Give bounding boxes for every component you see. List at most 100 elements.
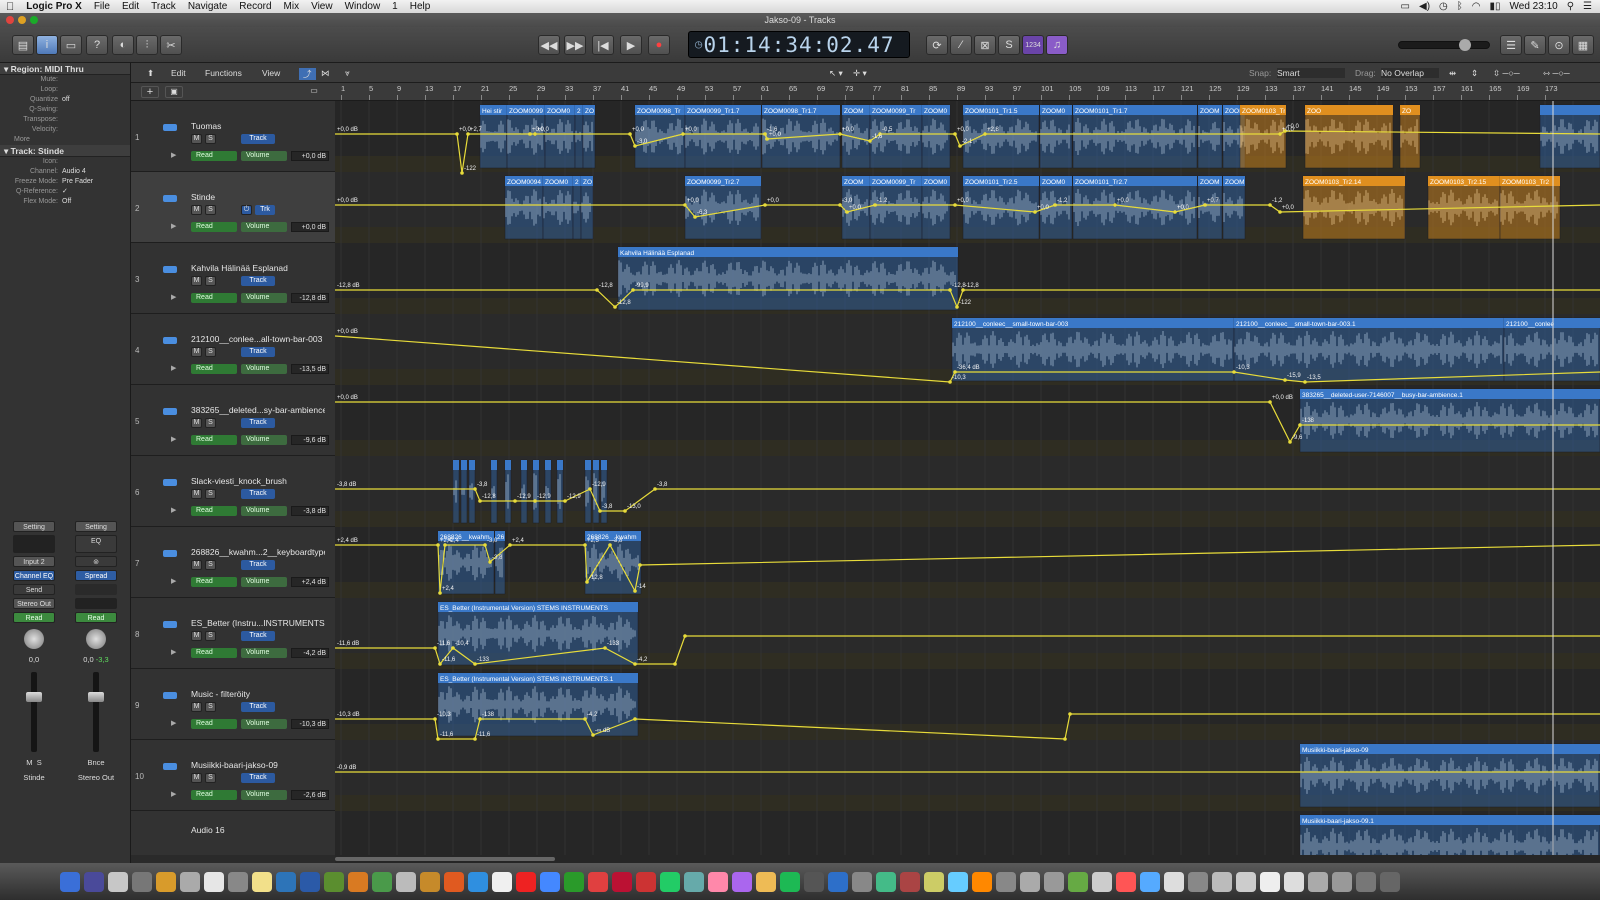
notification-list-icon[interactable]: ☰ [1583,1,1592,12]
automation-value[interactable]: -9,6 dB [291,435,329,445]
track-header[interactable]: 10 Musiikki-baari-jakso-09 M S Track ▶ Read Vol… [131,740,335,811]
automation-node[interactable] [1063,737,1067,741]
strip1-channel-eq-slot[interactable]: Channel EQ [13,570,55,581]
region-label[interactable]: ZOOM0 [924,108,947,115]
automation-param-select[interactable]: Volume [241,222,287,232]
region-inspector-header[interactable]: ▾ Region: MIDI Thru [0,63,130,75]
track-param-row[interactable]: Freeze Mode: Pre Fader [0,177,130,187]
strip2-spread-slot[interactable]: Spread [75,570,117,581]
menu-view[interactable]: View [311,1,333,12]
automation-value[interactable]: -12,8 dB [291,293,329,303]
region-label[interactable]: ZOOM0103_Tr2.15 [1430,179,1487,186]
region-header[interactable] [545,460,551,470]
region-label[interactable]: ZOOM [844,108,864,115]
region-label[interactable]: ZOOM [1200,179,1220,186]
region-label[interactable]: ZO [585,108,594,115]
region-label[interactable]: ZOO [1307,108,1321,115]
region-label[interactable]: 212100__conlee [1506,321,1554,328]
go-to-beginning-icon[interactable]: |◀ [592,35,614,55]
power-button[interactable]: ⏻ [241,205,252,215]
dock-app-icon[interactable] [84,871,104,892]
dock-app-icon[interactable] [1236,871,1256,892]
track-name[interactable]: Musiikki-baari-jakso-09 [191,760,325,770]
dock-app-icon[interactable] [972,871,992,892]
region-label[interactable]: ZOOM0103_Tr2 [1502,179,1549,186]
track-mode-button[interactable]: Track [241,560,275,570]
track-param-value[interactable] [62,157,130,167]
toolbar-toggle-icon[interactable]: ▭ [60,35,82,55]
dock-app-icon[interactable] [588,871,608,892]
apple-icon[interactable]:  [6,1,14,13]
region-param-row[interactable]: Velocity: [0,125,130,135]
strip1-volume-fader[interactable] [26,672,42,752]
strip1-solo-button[interactable]: S [37,758,42,767]
record-icon[interactable]: ● [648,35,670,55]
region-label[interactable]: ES_Better (Instrumental Version) STEMS I… [440,605,609,612]
mute-button[interactable]: M [191,347,202,357]
disclosure-icon[interactable]: ▶ [171,151,176,159]
automation-node[interactable] [673,662,677,666]
track-name[interactable]: 268826__kwahm...2__keyboardtype [191,547,325,557]
region-label[interactable]: ZOOM0103_Tr2.14 [1305,179,1362,186]
track-name[interactable]: Audio 16 [191,825,325,835]
disclosure-icon[interactable]: ▶ [171,293,176,301]
dock-app-icon[interactable] [1020,871,1040,892]
dock-app-icon[interactable] [276,871,296,892]
volume-icon[interactable]: ◀) [1419,1,1430,12]
dock-app-icon[interactable] [1308,871,1328,892]
strip1-automation-read[interactable]: Read [13,612,55,623]
replace-icon[interactable]: ⁄ [950,35,972,55]
dock-app-icon[interactable] [372,871,392,892]
region-header[interactable] [533,460,539,470]
play-icon[interactable]: ▶ [620,35,642,55]
automation-view-icon[interactable]: ⤴ [299,68,316,80]
track-name[interactable]: ES_Better (Instru...INSTRUMENTS [191,618,325,628]
dock-app-icon[interactable] [348,871,368,892]
track-param-row[interactable]: Flex Mode: Off [0,197,130,207]
dock-app-icon[interactable] [564,871,584,892]
track-mode-button[interactable]: Track [241,773,275,783]
automation-node[interactable] [683,634,687,638]
solo-button[interactable]: S [205,134,216,144]
dock-app-icon[interactable] [684,871,704,892]
region-header[interactable] [461,460,467,470]
strip1-output-button[interactable]: Stereo Out [13,598,55,609]
dock-app-icon[interactable] [780,871,800,892]
automation-value[interactable]: +0,0 dB [291,222,329,232]
solo-button[interactable]: S [205,631,216,641]
automation-mode-select[interactable]: Read [191,506,237,516]
region-label[interactable]: ZOOM0101_Tr1.5 [965,108,1018,115]
region-label[interactable]: ZOOM0101_Tr2.7 [1075,179,1128,186]
disclosure-icon[interactable]: ▶ [171,577,176,585]
dock-app-icon[interactable] [324,871,344,892]
disclosure-icon[interactable]: ▶ [171,648,176,656]
quick-help-icon[interactable]: ? [86,35,108,55]
dock-app-icon[interactable] [924,871,944,892]
mute-button[interactable]: M [191,134,202,144]
spotlight-search-icon[interactable]: ⚲ [1567,1,1574,12]
timemachine-icon[interactable]: ◷ [1439,1,1448,12]
region-label[interactable]: 212100__conleec__small-town-bar-003.1 [1236,321,1356,328]
dock-app-icon[interactable] [1188,871,1208,892]
strip2-link-icon[interactable]: ⊚ [75,556,117,567]
region-label[interactable]: ZOOM0099_Tr [872,179,916,186]
library-icon[interactable]: ▤ [12,35,34,55]
master-volume-slider[interactable] [1398,39,1490,51]
mute-button[interactable]: M [191,702,202,712]
dock-app-icon[interactable] [444,871,464,892]
region-header[interactable] [585,460,591,470]
automation-param-select[interactable]: Volume [241,364,287,374]
region-label[interactable]: ZO [583,179,592,186]
automation-node[interactable] [633,717,637,721]
region-param-value[interactable] [62,75,130,85]
dock-app-icon[interactable] [540,871,560,892]
automation-param-select[interactable]: Volume [241,151,287,161]
notepad-icon[interactable]: ✎ [1524,35,1546,55]
region-header[interactable] [505,460,511,470]
mute-button[interactable]: M [191,418,202,428]
strip2-fader-cap[interactable] [88,692,104,702]
editors-icon[interactable]: ✂ [160,35,182,55]
track-mode-button[interactable]: Track [241,702,275,712]
track-header[interactable]: 4 212100__conlee...all-town-bar-003 M S Trac… [131,314,335,385]
track-name[interactable]: Stinde [191,192,325,202]
